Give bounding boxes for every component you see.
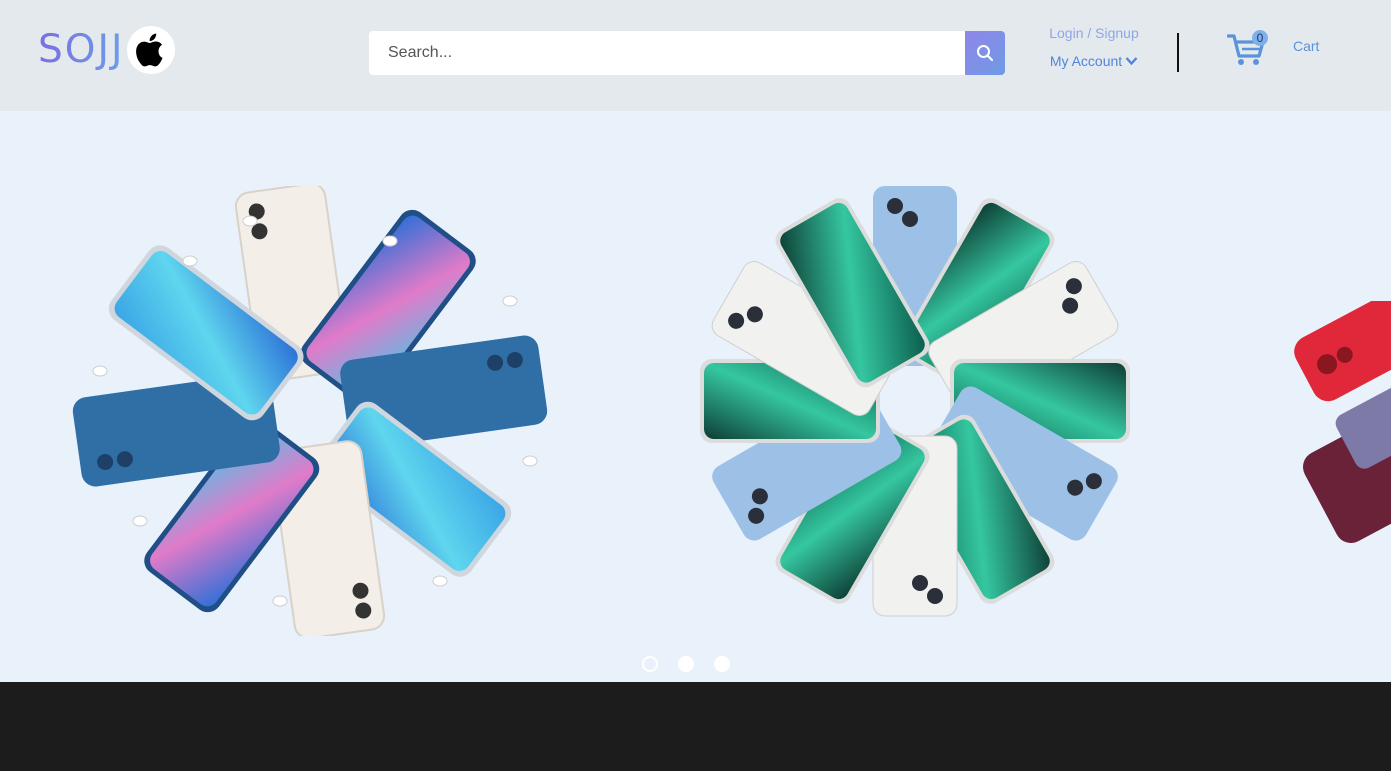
carousel-slide-image — [1294, 301, 1391, 543]
my-account-label: My Account — [1049, 53, 1123, 69]
cart-icon: 0 — [1226, 30, 1268, 68]
page-footer-band — [0, 682, 1391, 771]
search-bar — [369, 31, 1005, 75]
cart-count-badge: 0 — [1252, 30, 1268, 46]
carousel-indicators — [642, 656, 730, 672]
cart-button[interactable]: 0 Cart — [1226, 30, 1320, 68]
carousel-dot-2[interactable] — [678, 656, 694, 672]
chevron-down-icon — [1125, 57, 1138, 66]
hero-carousel — [0, 111, 1391, 682]
account-menu: Login / Signup My Account — [1032, 22, 1156, 71]
site-logo[interactable]: SOJJ — [38, 24, 176, 76]
carousel-dot-3[interactable] — [714, 656, 730, 672]
apple-icon — [127, 26, 176, 74]
cart-label: Cart — [1293, 38, 1320, 54]
carousel-slide-image — [700, 186, 1130, 617]
search-button[interactable] — [965, 31, 1005, 75]
header-divider — [1177, 33, 1179, 72]
search-input[interactable] — [369, 31, 965, 75]
carousel-slide-image — [72, 186, 548, 636]
login-signup-link[interactable]: Login / Signup — [1032, 22, 1156, 44]
carousel-dot-1[interactable] — [642, 656, 658, 672]
site-header: SOJJ Login / Signup My Account — [0, 0, 1391, 111]
logo-text: SOJJ — [38, 24, 124, 76]
search-icon — [977, 45, 994, 62]
my-account-dropdown[interactable]: My Account — [1050, 52, 1138, 70]
